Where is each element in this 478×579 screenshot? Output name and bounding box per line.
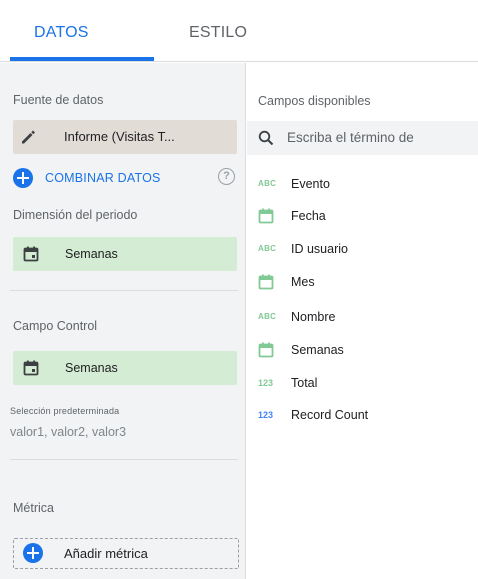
field-label: ID usuario xyxy=(291,242,348,256)
field-item[interactable]: ABC Nombre xyxy=(258,307,473,327)
data-source-name: Informe (Visitas T... xyxy=(64,129,175,144)
field-item[interactable]: Semanas xyxy=(258,340,473,360)
calendar-icon xyxy=(23,246,39,262)
field-label: Total xyxy=(291,376,318,390)
default-selection-values: valor1, valor2, valor3 xyxy=(10,425,127,439)
calendar-icon xyxy=(23,360,39,376)
control-field-chip[interactable]: Semanas xyxy=(13,351,237,385)
field-item[interactable]: Fecha xyxy=(258,206,473,226)
period-dimension-chip[interactable]: Semanas xyxy=(13,237,237,271)
period-dimension-value: Semanas xyxy=(65,247,118,261)
data-source-selector[interactable]: Informe (Visitas T... xyxy=(13,120,237,154)
add-metric-button[interactable]: Añadir métrica xyxy=(13,538,239,569)
add-metric-label: Añadir métrica xyxy=(64,546,148,561)
default-selection-heading: Selección predeterminada xyxy=(10,406,120,416)
data-config-panel: Fuente de datos Informe (Visitas T... CO… xyxy=(0,63,246,579)
add-circle-icon xyxy=(13,168,33,188)
field-search-input[interactable]: Escriba el término de xyxy=(247,121,478,155)
field-item[interactable]: ABC ID usuario xyxy=(258,239,473,259)
field-label: Fecha xyxy=(291,209,326,223)
period-dimension-heading: Dimensión del periodo xyxy=(13,208,138,222)
add-circle-icon xyxy=(23,543,43,563)
search-icon xyxy=(258,130,274,146)
field-label: Record Count xyxy=(291,408,369,422)
text-type-icon: ABC xyxy=(258,179,277,188)
metric-heading: Métrica xyxy=(13,501,54,515)
combine-data-label: COMBINAR DATOS xyxy=(45,171,161,185)
calendar-icon xyxy=(258,208,274,224)
section-divider xyxy=(10,459,238,460)
field-item[interactable]: ABC Evento xyxy=(258,174,473,194)
tab-bar: DATOS ESTILO xyxy=(0,0,478,62)
active-tab-indicator xyxy=(10,57,154,61)
number-type-icon: 123 xyxy=(258,378,274,388)
field-label: Mes xyxy=(291,275,315,289)
control-field-heading: Campo Control xyxy=(13,319,98,333)
combine-data-button[interactable]: COMBINAR DATOS ? xyxy=(13,166,243,190)
field-label: Evento xyxy=(291,177,330,191)
number-type-icon: 123 xyxy=(258,410,274,420)
field-item[interactable]: Mes xyxy=(258,272,473,292)
pencil-icon[interactable] xyxy=(19,128,37,146)
field-item[interactable]: 123 Total xyxy=(258,373,473,393)
section-divider xyxy=(10,290,238,291)
control-field-value: Semanas xyxy=(65,361,118,375)
calendar-icon xyxy=(258,274,274,290)
field-item[interactable]: 123 Record Count xyxy=(258,405,473,425)
field-label: Nombre xyxy=(291,310,336,324)
data-source-heading: Fuente de datos xyxy=(13,93,104,107)
search-placeholder: Escriba el término de xyxy=(287,130,414,145)
text-type-icon: ABC xyxy=(258,244,277,253)
available-fields-heading: Campos disponibles xyxy=(258,94,371,108)
field-label: Semanas xyxy=(291,343,344,357)
calendar-icon xyxy=(258,342,274,358)
help-icon[interactable]: ? xyxy=(218,168,235,185)
tab-datos[interactable]: DATOS xyxy=(34,24,89,42)
text-type-icon: ABC xyxy=(258,312,277,321)
tab-estilo[interactable]: ESTILO xyxy=(189,24,247,42)
available-fields-panel: Campos disponibles Escriba el término de… xyxy=(247,63,478,579)
